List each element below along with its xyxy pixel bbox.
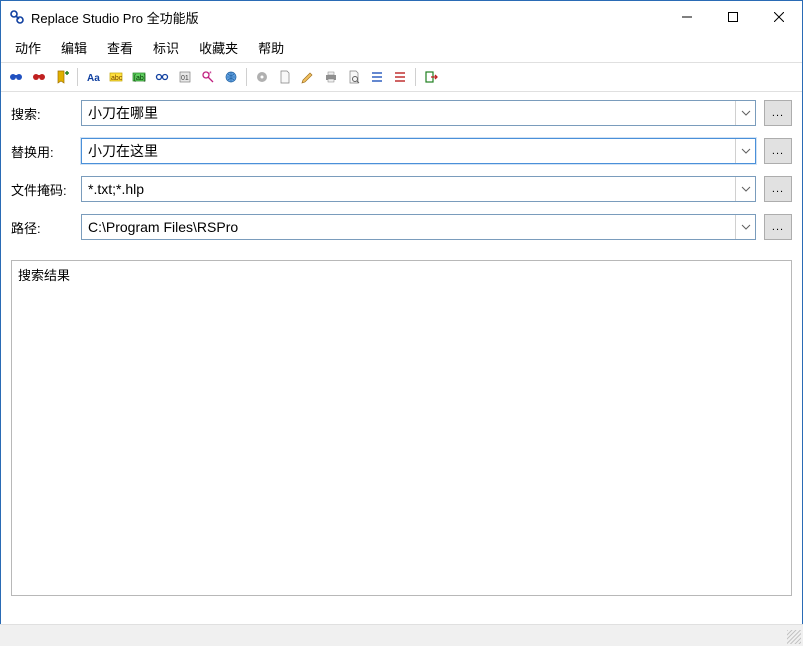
replace-input[interactable] (82, 139, 735, 163)
toolbar-separator (415, 68, 416, 86)
search-label: 搜索: (11, 104, 81, 123)
minimize-button[interactable] (664, 1, 710, 33)
binoculars-small-icon[interactable] (151, 66, 173, 88)
svg-text:abc: abc (111, 75, 123, 82)
binoculars-blue-icon[interactable] (5, 66, 27, 88)
replace-label: 替换用: (11, 142, 81, 161)
mask-row: 文件掩码: ... (11, 176, 792, 202)
search-combo[interactable] (81, 100, 756, 126)
case-sensitive-icon[interactable]: Aa (82, 66, 104, 88)
statusbar (0, 624, 803, 646)
chevron-down-icon[interactable] (735, 177, 755, 201)
path-combo[interactable] (81, 214, 756, 240)
menu-favorites[interactable]: 收藏夹 (189, 35, 248, 60)
list-blue-icon[interactable] (366, 66, 388, 88)
mask-label: 文件掩码: (11, 180, 81, 199)
path-more-button[interactable]: ... (764, 214, 792, 240)
window-controls (664, 1, 802, 33)
toolbar: Aa abc [ab] 01 * (1, 63, 802, 92)
results-header: 搜索结果 (12, 261, 791, 288)
svg-text:*: * (209, 71, 212, 78)
path-label: 路径: (11, 218, 81, 237)
binoculars-red-icon[interactable] (28, 66, 50, 88)
search-input[interactable] (82, 101, 735, 125)
chevron-down-icon[interactable] (735, 139, 755, 163)
app-icon (9, 9, 25, 25)
binary-icon[interactable]: 01 (174, 66, 196, 88)
mask-combo[interactable] (81, 176, 756, 202)
close-button[interactable] (756, 1, 802, 33)
svg-text:[ab]: [ab] (134, 75, 146, 82)
toolbar-separator (77, 68, 78, 86)
replace-more-button[interactable]: ... (764, 138, 792, 164)
search-more-button[interactable]: ... (764, 100, 792, 126)
svg-text:Aa: Aa (87, 73, 100, 84)
results-panel: 搜索结果 (11, 260, 792, 596)
disk-gray-icon[interactable] (251, 66, 273, 88)
chevron-down-icon[interactable] (735, 101, 755, 125)
replace-combo[interactable] (81, 138, 756, 164)
menu-view[interactable]: 查看 (97, 35, 143, 60)
regex-icon[interactable]: * (197, 66, 219, 88)
print-icon[interactable] (320, 66, 342, 88)
search-row: 搜索: ... (11, 100, 792, 126)
menu-action[interactable]: 动作 (5, 35, 51, 60)
whole-word-green-icon[interactable]: [ab] (128, 66, 150, 88)
path-input[interactable] (82, 215, 735, 239)
exit-icon[interactable] (420, 66, 442, 88)
document-icon[interactable] (274, 66, 296, 88)
menubar: 动作 编辑 查看 标识 收藏夹 帮助 (1, 33, 802, 63)
titlebar: Replace Studio Pro 全功能版 (1, 1, 802, 33)
bookmark-add-icon[interactable] (51, 66, 73, 88)
globe-icon[interactable] (220, 66, 242, 88)
whole-word-yellow-icon[interactable]: abc (105, 66, 127, 88)
replace-row: 替换用: ... (11, 138, 792, 164)
mask-more-button[interactable]: ... (764, 176, 792, 202)
mask-input[interactable] (82, 177, 735, 201)
menu-help[interactable]: 帮助 (248, 35, 294, 60)
edit-icon[interactable] (297, 66, 319, 88)
toolbar-separator (246, 68, 247, 86)
maximize-button[interactable] (710, 1, 756, 33)
svg-text:01: 01 (181, 75, 189, 82)
menu-edit[interactable]: 编辑 (51, 35, 97, 60)
resize-grip-icon[interactable] (787, 630, 801, 644)
list-red-icon[interactable] (389, 66, 411, 88)
form-area: 搜索: ... 替换用: ... 文件掩码: ... 路径: ... (1, 92, 802, 260)
chevron-down-icon[interactable] (735, 215, 755, 239)
menu-mark[interactable]: 标识 (143, 35, 189, 60)
window-title: Replace Studio Pro 全功能版 (31, 8, 664, 27)
preview-icon[interactable] (343, 66, 365, 88)
path-row: 路径: ... (11, 214, 792, 240)
